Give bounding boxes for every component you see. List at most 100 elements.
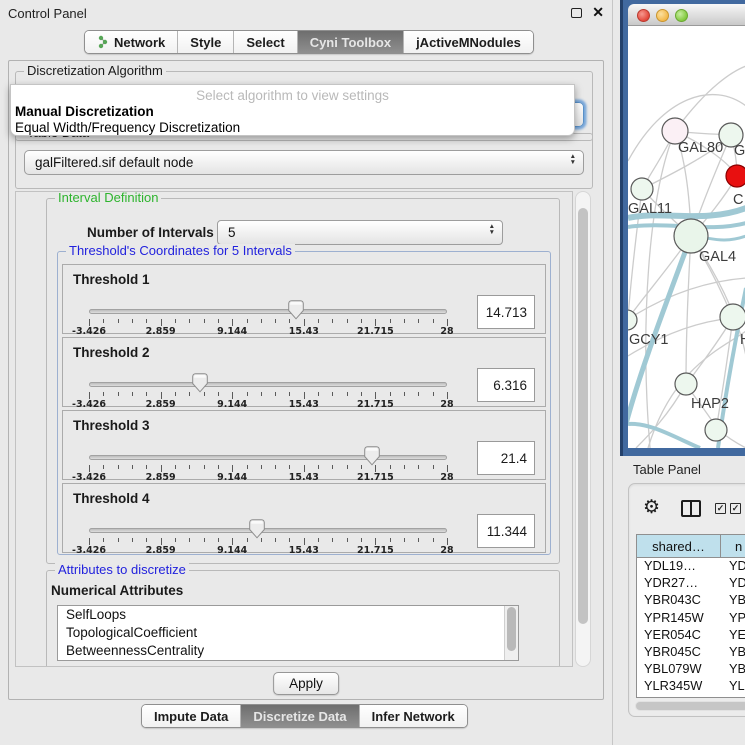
slider-scale-labels: -3.4262.8599.14415.4321.71528 — [89, 399, 447, 409]
attribute-list-item[interactable]: BetweennessCentrality — [58, 642, 518, 660]
shared-name-cell[interactable]: YBL079W — [637, 661, 721, 678]
table-row[interactable]: YER054C YER0 — [637, 627, 745, 644]
tab-jactivemnodules[interactable]: jActiveMNodules — [403, 31, 533, 53]
shared-name-cell[interactable]: YBR043C — [637, 592, 721, 609]
slider[interactable]: -3.4262.8599.14415.4321.71528 — [89, 265, 447, 333]
name-cell[interactable]: YLR3 — [721, 678, 745, 695]
network-node[interactable] — [675, 373, 697, 395]
shared-name-cell[interactable]: YDL19… — [637, 558, 721, 575]
popup-item-equal-width[interactable]: Equal Width/Frequency Discretization — [11, 120, 574, 136]
column-header-name[interactable]: n — [721, 535, 745, 557]
table-row[interactable]: YBR043C YBR0 — [637, 592, 745, 609]
slider-track[interactable] — [89, 528, 447, 533]
network-node[interactable] — [631, 178, 653, 200]
horizontal-scrollbar[interactable] — [635, 701, 745, 711]
tab-select[interactable]: Select — [233, 31, 296, 53]
tick-mark — [161, 392, 162, 399]
attribute-list-item[interactable]: SelfLoops — [58, 606, 518, 624]
network-node[interactable] — [705, 419, 727, 441]
name-cell[interactable]: YPR1 — [721, 610, 745, 627]
name-cell[interactable]: YIL0 — [721, 696, 745, 699]
name-cell[interactable]: YBR0 — [721, 644, 745, 661]
name-cell[interactable]: YDR2 — [721, 575, 745, 592]
table-panel-title: Table Panel — [633, 462, 701, 477]
node-label: GCY1 — [629, 332, 669, 348]
popup-item-manual-discretization[interactable]: Manual Discretization — [11, 104, 574, 120]
slider[interactable]: -3.4262.8599.14415.4321.71528 — [89, 338, 447, 406]
table-row[interactable]: YPR145W YPR1 — [637, 610, 745, 627]
table-row[interactable]: YBL079W YBL0 — [637, 661, 745, 678]
attributes-listbox[interactable]: SelfLoopsTopologicalCoefficientBetweenne… — [57, 605, 519, 661]
slider-thumb[interactable] — [364, 446, 380, 466]
shared-name-cell[interactable]: YIL052C — [637, 696, 721, 699]
list-scrollbar[interactable] — [504, 606, 518, 660]
node-label: GA — [734, 143, 745, 159]
minimize-traffic-light[interactable] — [656, 9, 669, 22]
gear-icon[interactable]: ⚙ — [643, 498, 660, 517]
tick-mark — [347, 319, 348, 323]
tab-network[interactable]: Network — [85, 31, 177, 53]
slider-thumb[interactable] — [249, 519, 265, 539]
table-row[interactable]: YIL052C YIL0 — [637, 696, 745, 699]
column-header-shared-name[interactable]: shared… — [637, 535, 721, 557]
slider[interactable]: -3.4262.8599.14415.4321.71528 — [89, 411, 447, 479]
slider-thumb[interactable] — [192, 373, 208, 393]
tab-style[interactable]: Style — [177, 31, 233, 53]
shared-name-cell[interactable]: YDR27… — [637, 575, 721, 592]
shared-name-cell[interactable]: YBR045C — [637, 644, 721, 661]
table-row[interactable]: YBR045C YBR0 — [637, 644, 745, 661]
bottom-tab-bar: Impute Data Discretize Data Infer Networ… — [141, 704, 468, 728]
close-icon[interactable]: ✕ — [592, 4, 604, 21]
tab-discretize-data[interactable]: Discretize Data — [240, 705, 358, 727]
tick-mark — [132, 538, 133, 542]
vertical-scrollbar-thumb[interactable] — [578, 208, 588, 624]
network-node[interactable] — [720, 304, 745, 330]
float-window-icon[interactable] — [571, 8, 582, 18]
slider[interactable]: -3.4262.8599.14415.4321.71528 — [89, 484, 447, 552]
tick-mark — [175, 392, 176, 396]
name-cell[interactable]: YER0 — [721, 627, 745, 644]
apply-button[interactable]: Apply — [273, 672, 339, 695]
node-table[interactable]: shared… n YDL19… YDL1 YDR27… YDR2 YBR043… — [636, 534, 745, 698]
network-canvas[interactable]: GAL80GACGAL11GAL4GCY1HHAP2 — [628, 26, 745, 448]
slider-track[interactable] — [89, 455, 447, 460]
threshold-value-field[interactable]: 21.4 — [477, 441, 535, 475]
table-row[interactable]: YDL19… YDL1 — [637, 558, 745, 575]
network-node[interactable] — [726, 165, 745, 187]
table-row[interactable]: YDR27… YDR2 — [637, 575, 745, 592]
table-row[interactable]: YLR345W YLR3 — [637, 678, 745, 695]
attribute-list-item[interactable]: TopologicalCoefficient — [58, 624, 518, 642]
slider-track[interactable] — [89, 382, 447, 387]
threshold-value-field[interactable]: 11.344 — [477, 514, 535, 548]
tab-impute-data-label: Impute Data — [154, 709, 228, 724]
close-traffic-light[interactable] — [637, 9, 650, 22]
table-data-combo[interactable]: galFiltered.sif default node ▲▼ — [24, 150, 584, 175]
attributes-group-title: Attributes to discretize — [55, 563, 189, 577]
slider-thumb[interactable] — [288, 300, 304, 320]
table-data-value: galFiltered.sif default node — [35, 155, 193, 170]
shared-name-cell[interactable]: YLR345W — [637, 678, 721, 695]
shared-name-cell[interactable]: YER054C — [637, 627, 721, 644]
tick-mark — [433, 538, 434, 542]
tab-infer-network[interactable]: Infer Network — [359, 705, 467, 727]
network-node[interactable] — [628, 310, 637, 330]
tab-impute-data[interactable]: Impute Data — [142, 705, 240, 727]
checkbox-icon[interactable]: ✓ — [715, 503, 726, 514]
network-node[interactable] — [674, 219, 708, 253]
horizontal-scrollbar-thumb[interactable] — [636, 702, 745, 710]
threshold-value-field[interactable]: 14.713 — [477, 295, 535, 329]
tab-cyni-toolbox[interactable]: Cyni Toolbox — [297, 31, 403, 53]
list-scrollbar-thumb[interactable] — [507, 607, 516, 651]
split-view-icon[interactable] — [681, 500, 701, 517]
vertical-scrollbar[interactable] — [575, 191, 591, 667]
name-cell[interactable]: YBL0 — [721, 661, 745, 678]
slider-track[interactable] — [89, 309, 447, 314]
shared-name-cell[interactable]: YPR145W — [637, 610, 721, 627]
zoom-traffic-light[interactable] — [675, 9, 688, 22]
network-window-titlebar[interactable] — [628, 4, 745, 26]
checkbox-icon[interactable]: ✓ — [730, 503, 741, 514]
number-of-intervals-combo[interactable]: 5 ▲▼ — [217, 220, 503, 245]
threshold-value-field[interactable]: 6.316 — [477, 368, 535, 402]
name-cell[interactable]: YBR0 — [721, 592, 745, 609]
name-cell[interactable]: YDL1 — [721, 558, 745, 575]
